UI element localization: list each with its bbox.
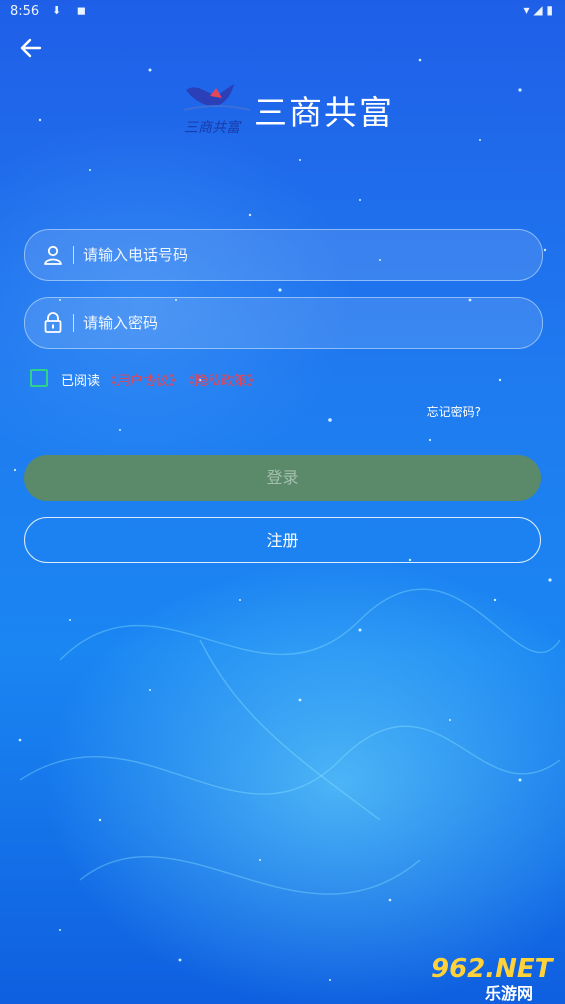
login-button[interactable]: 登录 [24, 455, 541, 501]
agree-checkbox[interactable] [30, 369, 48, 387]
agree-label: 已阅读 [61, 374, 101, 389]
field-divider [73, 246, 74, 264]
password-input[interactable] [81, 298, 525, 348]
notification-icons: ⬇ ◼ [52, 4, 92, 17]
back-button[interactable] [18, 36, 46, 60]
phone-field[interactable] [24, 229, 543, 281]
field-divider [73, 314, 74, 332]
status-bar: 8:56 ⬇ ◼ ▾ ◢ ▮ [0, 0, 565, 24]
brand-title: 三商共富 [254, 93, 394, 132]
starfield-background [13, 58, 561, 981]
phone-input[interactable] [81, 230, 525, 280]
user-agreement-link[interactable]: 《用户协议》 [104, 370, 182, 389]
watermark-site: 乐游网 [485, 984, 534, 1003]
forgot-password-link[interactable]: 忘记密码? [427, 403, 481, 420]
system-status-icons: ▾ ◢ ▮ [523, 3, 553, 17]
privacy-policy-link[interactable]: 《隐私政策》 [182, 370, 260, 389]
brand-logo-text: 三商共富 [184, 120, 242, 136]
site-watermark: 962.NET 乐游网 [425, 954, 557, 1003]
password-field[interactable] [24, 297, 543, 349]
register-button[interactable]: 注册 [24, 517, 541, 563]
brand-header: 三商共富 三商共富 [182, 82, 402, 138]
arrow-left-icon [20, 38, 42, 58]
lock-icon [44, 312, 62, 333]
status-time: 8:56 [10, 4, 40, 19]
user-icon [44, 245, 62, 265]
brand-logo: 三商共富 [183, 84, 251, 136]
